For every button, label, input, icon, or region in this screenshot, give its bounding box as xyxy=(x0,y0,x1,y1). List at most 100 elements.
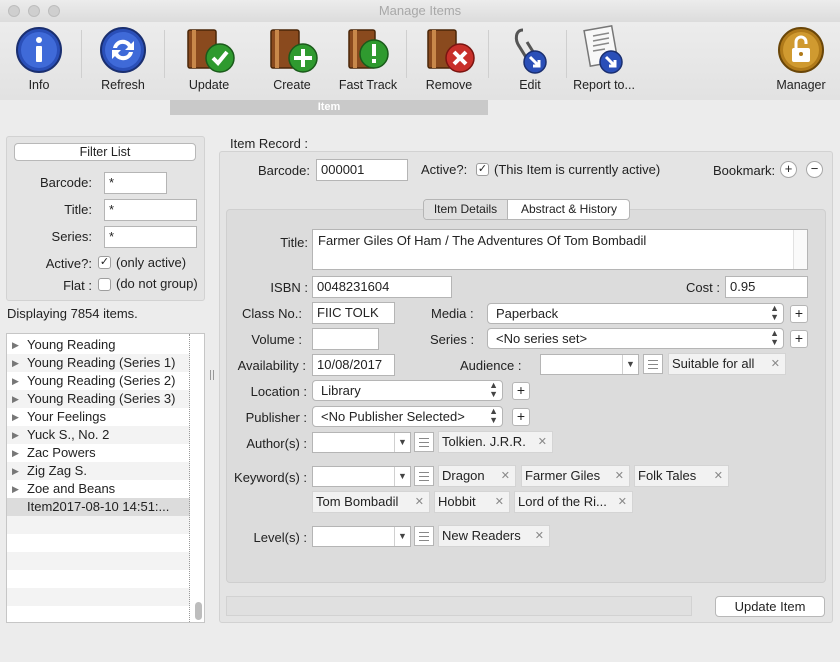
remove-tag-icon[interactable]: ✕ xyxy=(501,466,510,486)
list-item[interactable]: ▶ Zoe and Beans xyxy=(7,480,190,498)
filter-flat-checkbox[interactable] xyxy=(98,278,111,291)
filter-series-field[interactable]: * xyxy=(104,226,197,248)
create-label: Create xyxy=(273,78,311,92)
fast-track-button[interactable]: Fast Track xyxy=(331,22,405,94)
availability-field[interactable]: 10/08/2017 xyxy=(312,354,395,376)
list-item[interactable]: ▶ Young Reading (Series 3) xyxy=(7,390,190,408)
disclosure-triangle-icon[interactable]: ▶ xyxy=(12,444,19,462)
update-item-button[interactable]: Update Item xyxy=(715,596,825,617)
class-no-field[interactable]: FIIC TOLK xyxy=(312,302,395,324)
list-item-text: Your Feelings xyxy=(27,409,107,424)
active-checkbox[interactable]: ✓ xyxy=(476,163,489,176)
audience-combo[interactable]: ▼ xyxy=(540,354,639,375)
filter-barcode-field[interactable]: * xyxy=(104,172,167,194)
keyword-tag-text: Hobbit xyxy=(438,494,476,509)
levels-list-button[interactable] xyxy=(414,526,434,546)
add-location-button[interactable]: + xyxy=(512,382,530,400)
list-item[interactable]: ▶ Young Reading xyxy=(7,336,190,354)
split-view-handle[interactable] xyxy=(210,370,214,380)
add-series-button[interactable]: + xyxy=(790,330,808,348)
manager-button[interactable]: Manager xyxy=(764,22,838,94)
list-item[interactable]: ▶ Zig Zag S. xyxy=(7,462,190,480)
chevron-down-icon[interactable]: ▼ xyxy=(394,433,410,452)
audience-list-button[interactable] xyxy=(643,354,663,374)
tab-abstract-history[interactable]: Abstract & History xyxy=(509,200,629,219)
title-textarea[interactable]: Farmer Giles Of Ham / The Adventures Of … xyxy=(312,229,808,270)
cost-value: 0.95 xyxy=(730,279,756,294)
barcode-field[interactable]: 000001 xyxy=(316,159,408,181)
authors-label: Author(s) : xyxy=(246,436,307,451)
remove-tag-icon[interactable]: ✕ xyxy=(615,466,624,486)
item-tree-list[interactable]: ▶ Young Reading ▶ Young Reading (Series 1)… xyxy=(6,333,205,623)
minimize-window-button[interactable] xyxy=(28,5,40,17)
keywords-list-button[interactable] xyxy=(414,466,434,486)
info-button[interactable]: Info xyxy=(2,22,76,94)
remove-tag-icon[interactable]: ✕ xyxy=(415,492,424,512)
volume-field[interactable] xyxy=(312,328,379,350)
update-button[interactable]: Update xyxy=(172,22,246,94)
series-label: Series : xyxy=(430,332,475,347)
levels-combo[interactable]: ▼ xyxy=(312,526,411,547)
media-popup[interactable]: Paperback ▲ ▼ xyxy=(487,303,784,324)
keyword-tag-text: Folk Tales xyxy=(638,468,697,483)
remove-tag-icon[interactable]: ✕ xyxy=(618,492,627,512)
disclosure-triangle-icon[interactable]: ▶ xyxy=(12,426,19,444)
series-popup[interactable]: <No series set> ▲ ▼ xyxy=(487,328,784,349)
report-button[interactable]: Report to... xyxy=(567,22,641,94)
chevron-down-icon[interactable]: ▼ xyxy=(394,527,410,546)
remove-tag-icon[interactable]: ✕ xyxy=(714,466,723,486)
bookmark-remove-button[interactable]: − xyxy=(806,161,823,178)
list-item-text: Young Reading (Series 3) xyxy=(27,391,176,406)
disclosure-triangle-icon[interactable]: ▶ xyxy=(12,462,19,480)
barcode-label: Barcode: xyxy=(257,163,310,178)
refresh-button[interactable]: Refresh xyxy=(86,22,160,94)
keyword-tag-text: Farmer Giles xyxy=(525,468,601,483)
add-media-button[interactable]: + xyxy=(790,305,808,323)
create-button[interactable]: Create xyxy=(255,22,329,94)
list-item[interactable]: ▶ Your Feelings xyxy=(7,408,190,426)
authors-list-button[interactable] xyxy=(414,432,434,452)
disclosure-triangle-icon[interactable]: ▶ xyxy=(12,372,19,390)
close-window-button[interactable] xyxy=(8,5,20,17)
remove-tag-icon[interactable]: ✕ xyxy=(495,492,504,512)
chevron-down-icon[interactable]: ▼ xyxy=(394,467,410,486)
remove-tag-icon[interactable]: ✕ xyxy=(535,526,544,546)
disclosure-triangle-icon[interactable]: ▶ xyxy=(12,336,19,354)
filter-active-checkbox[interactable]: ✓ xyxy=(98,256,111,269)
isbn-field[interactable]: 0048231604 xyxy=(312,276,452,298)
list-item-selected[interactable]: Item2017-08-10 14:51:... xyxy=(7,498,190,516)
zoom-window-button[interactable] xyxy=(48,5,60,17)
remove-button[interactable]: Remove xyxy=(412,22,486,94)
tab-item-details[interactable]: Item Details xyxy=(424,200,508,219)
wildcard-text: * xyxy=(109,229,115,244)
list-item[interactable]: ▶ Yuck S., No. 2 xyxy=(7,426,190,444)
list-scrollbar-thumb[interactable] xyxy=(195,602,202,620)
disclosure-triangle-icon[interactable]: ▶ xyxy=(12,354,19,372)
keyword-tag: Dragon ✕ xyxy=(438,465,516,487)
location-popup[interactable]: Library ▲ ▼ xyxy=(312,380,503,401)
keywords-combo[interactable]: ▼ xyxy=(312,466,411,487)
disclosure-triangle-icon[interactable]: ▶ xyxy=(12,390,19,408)
filter-list-button[interactable]: Filter List xyxy=(14,143,196,161)
title-scrollbar[interactable] xyxy=(793,230,807,269)
add-publisher-button[interactable]: + xyxy=(512,408,530,426)
chevron-down-icon[interactable]: ▼ xyxy=(622,355,638,374)
bookmark-label: Bookmark: xyxy=(713,163,776,178)
bookmark-add-button[interactable]: + xyxy=(780,161,797,178)
remove-tag-icon[interactable]: ✕ xyxy=(771,354,780,374)
manager-label: Manager xyxy=(776,78,826,92)
edit-button[interactable]: Edit xyxy=(493,22,567,94)
list-item[interactable]: ▶ Zac Powers xyxy=(7,444,190,462)
filter-title-field[interactable]: * xyxy=(104,199,197,221)
remove-tag-icon[interactable]: ✕ xyxy=(538,432,547,452)
list-item[interactable]: ▶ Young Reading (Series 1) xyxy=(7,354,190,372)
list-column-divider xyxy=(189,334,190,622)
authors-combo[interactable]: ▼ xyxy=(312,432,411,453)
cost-field[interactable]: 0.95 xyxy=(725,276,808,298)
disclosure-triangle-icon[interactable]: ▶ xyxy=(12,408,19,426)
list-item[interactable]: ▶ Young Reading (Series 2) xyxy=(7,372,190,390)
disclosure-triangle-icon[interactable]: ▶ xyxy=(12,480,19,498)
active-note: (This Item is currently active) xyxy=(494,162,661,177)
publisher-popup[interactable]: <No Publisher Selected> ▲ ▼ xyxy=(312,406,503,427)
report-icon xyxy=(583,24,623,74)
